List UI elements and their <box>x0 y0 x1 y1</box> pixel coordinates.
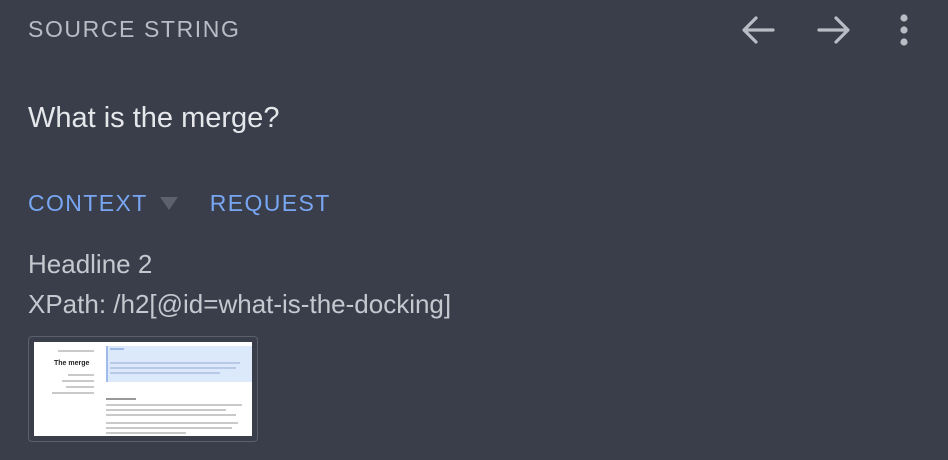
toolbar <box>732 8 924 52</box>
source-string-text: What is the merge? <box>28 102 280 134</box>
arrow-right-icon <box>817 16 850 44</box>
tab-request-label: REQUEST <box>209 190 331 216</box>
panel-header-title: SOURCE STRING <box>28 16 241 42</box>
more-options-button[interactable] <box>884 8 924 52</box>
more-vertical-icon <box>900 14 908 46</box>
xpath-value: XPath: /h2[@id=what-is-the-docking] <box>28 289 452 319</box>
tab-context[interactable]: CONTEXT <box>28 190 178 217</box>
caret-down-icon[interactable] <box>159 197 178 210</box>
thumbnail-image: The merge <box>34 342 252 436</box>
tab-request[interactable]: REQUEST <box>210 190 331 217</box>
context-details: Headline 2 XPath: /h2[@id=what-is-the-do… <box>28 244 451 324</box>
next-button[interactable] <box>808 8 860 52</box>
tab-context-label: CONTEXT <box>28 190 148 216</box>
previous-button[interactable] <box>732 8 784 52</box>
screenshot-thumbnail[interactable]: The merge <box>28 336 258 442</box>
context-tabs: CONTEXT REQUEST <box>28 190 331 217</box>
arrow-left-icon <box>742 16 775 44</box>
thumbnail-page-title: The merge <box>54 360 90 367</box>
element-type: Headline 2 <box>28 249 153 279</box>
